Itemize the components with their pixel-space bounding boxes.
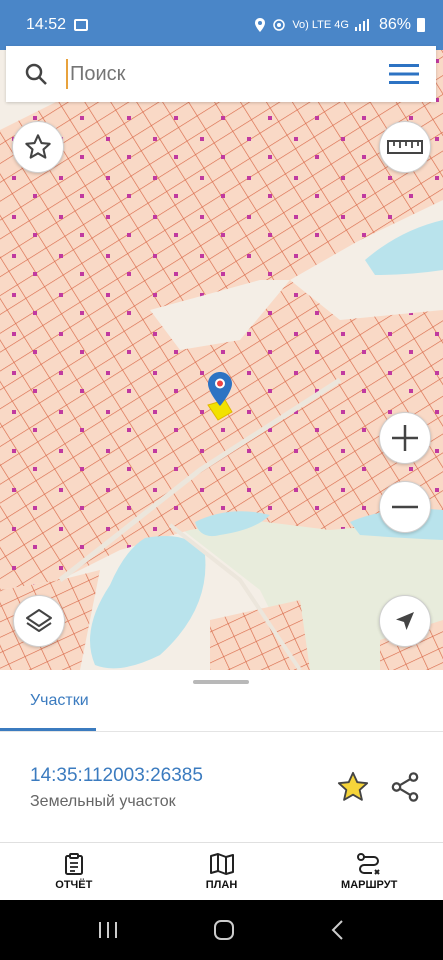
ruler-icon (387, 140, 423, 154)
divider (0, 731, 443, 732)
map-pin-icon (208, 372, 232, 406)
signal-icon (354, 19, 369, 31)
gallery-icon (74, 19, 89, 31)
plus-icon (392, 425, 418, 451)
nav-report[interactable]: ОТЧЁТ (0, 843, 148, 900)
battery-icon (417, 18, 425, 32)
parcel-type: Земельный участок (30, 793, 176, 810)
route-icon (357, 853, 380, 875)
star-outline-icon (25, 134, 51, 159)
favorite-button[interactable] (336, 770, 370, 804)
drag-handle[interactable] (193, 680, 249, 684)
search-icon[interactable] (6, 62, 66, 86)
cadastral-map (0, 50, 443, 670)
star-filled-icon (337, 771, 369, 801)
layers-button[interactable] (13, 595, 65, 647)
recent-apps-icon[interactable] (97, 920, 119, 940)
network-type: Vo) LTE 4G (292, 19, 349, 31)
zoom-in-button[interactable] (379, 412, 431, 464)
ruler-button[interactable] (379, 121, 431, 173)
status-time: 14:52 (26, 16, 67, 33)
hotspot-icon (273, 19, 286, 31)
clipboard-icon (64, 853, 83, 875)
share-icon (391, 772, 419, 802)
nav-plan[interactable]: ПЛАН (148, 843, 296, 900)
zoom-out-button[interactable] (379, 481, 431, 533)
minus-icon (392, 505, 418, 509)
nav-route-label: МАРШРУТ (341, 879, 398, 891)
favorites-button[interactable] (12, 121, 64, 173)
menu-icon[interactable] (372, 64, 436, 84)
my-location-button[interactable] (379, 595, 431, 647)
search-input[interactable] (66, 59, 372, 89)
layers-icon (26, 609, 52, 632)
location-icon (255, 18, 266, 32)
status-icons: Vo) LTE 4G 86% (254, 16, 425, 34)
parcel-id[interactable]: 14:35:112003:26385 (30, 765, 203, 787)
search-bar (6, 46, 436, 102)
nav-route[interactable]: МАРШРУТ (295, 843, 443, 900)
nav-report-label: ОТЧЁТ (55, 879, 93, 891)
battery-level: 86% (378, 16, 411, 33)
back-icon[interactable] (329, 919, 347, 941)
share-button[interactable] (388, 770, 422, 804)
status-bar: 14:52 Vo) LTE 4G 86% (0, 0, 443, 50)
nav-plan-label: ПЛАН (205, 879, 238, 891)
bottom-nav: ОТЧЁТ ПЛАН МАРШРУТ (0, 842, 443, 900)
home-icon[interactable] (212, 918, 236, 942)
navigation-arrow-icon (396, 612, 414, 630)
tab-parcels[interactable]: Участки (30, 692, 89, 710)
map-icon (209, 853, 234, 875)
system-nav-bar (0, 900, 443, 960)
map-view[interactable] (0, 50, 443, 670)
